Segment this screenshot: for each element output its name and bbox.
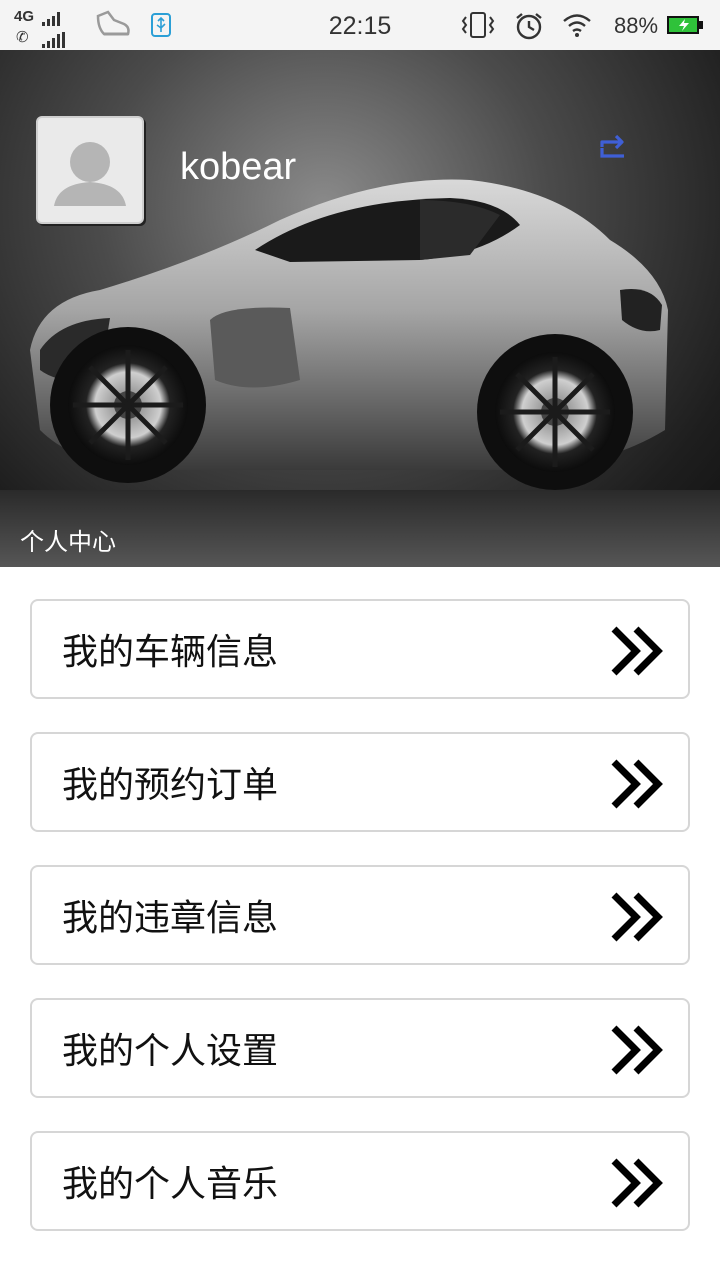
- username: kobear: [180, 146, 297, 188]
- user-silhouette-icon: [54, 142, 126, 206]
- menu-item-personal-settings[interactable]: 我的个人设置: [30, 998, 690, 1098]
- menu-item-label: 我的预约订单: [62, 765, 279, 806]
- status-bar: 4G ✆ 22:15 88%: [0, 0, 720, 50]
- double-chevron-right-icon: [611, 892, 663, 942]
- menu-item-vehicle-info[interactable]: 我的车辆信息: [30, 599, 690, 699]
- double-chevron-right-icon: [611, 1158, 663, 1208]
- wifi-icon: [563, 14, 591, 37]
- menu-item-personal-music[interactable]: 我的个人音乐: [30, 1131, 690, 1231]
- battery-icon: [667, 16, 703, 34]
- menu-item-label: 我的车辆信息: [62, 632, 279, 673]
- double-chevron-right-icon: [611, 626, 663, 676]
- vibrate-icon: [461, 12, 495, 38]
- switch-account-icon[interactable]: [596, 134, 630, 164]
- menu-item-appointment-orders[interactable]: 我的预约订单: [30, 732, 690, 832]
- battery-percent: 88%: [614, 13, 659, 38]
- double-chevron-right-icon: [611, 1025, 663, 1075]
- menu-item-label: 我的违章信息: [62, 898, 279, 939]
- menu-item-label: 我的个人设置: [62, 1031, 279, 1072]
- profile-header: kobear 个人中心: [0, 50, 720, 567]
- menu-item-violations[interactable]: 我的违章信息: [30, 865, 690, 965]
- section-label: 个人中心: [20, 528, 116, 556]
- menu-item-label: 我的个人音乐: [62, 1164, 279, 1205]
- avatar[interactable]: [36, 116, 144, 224]
- alarm-icon: [516, 13, 542, 40]
- clock: 22:15: [328, 12, 392, 40]
- double-chevron-right-icon: [611, 759, 663, 809]
